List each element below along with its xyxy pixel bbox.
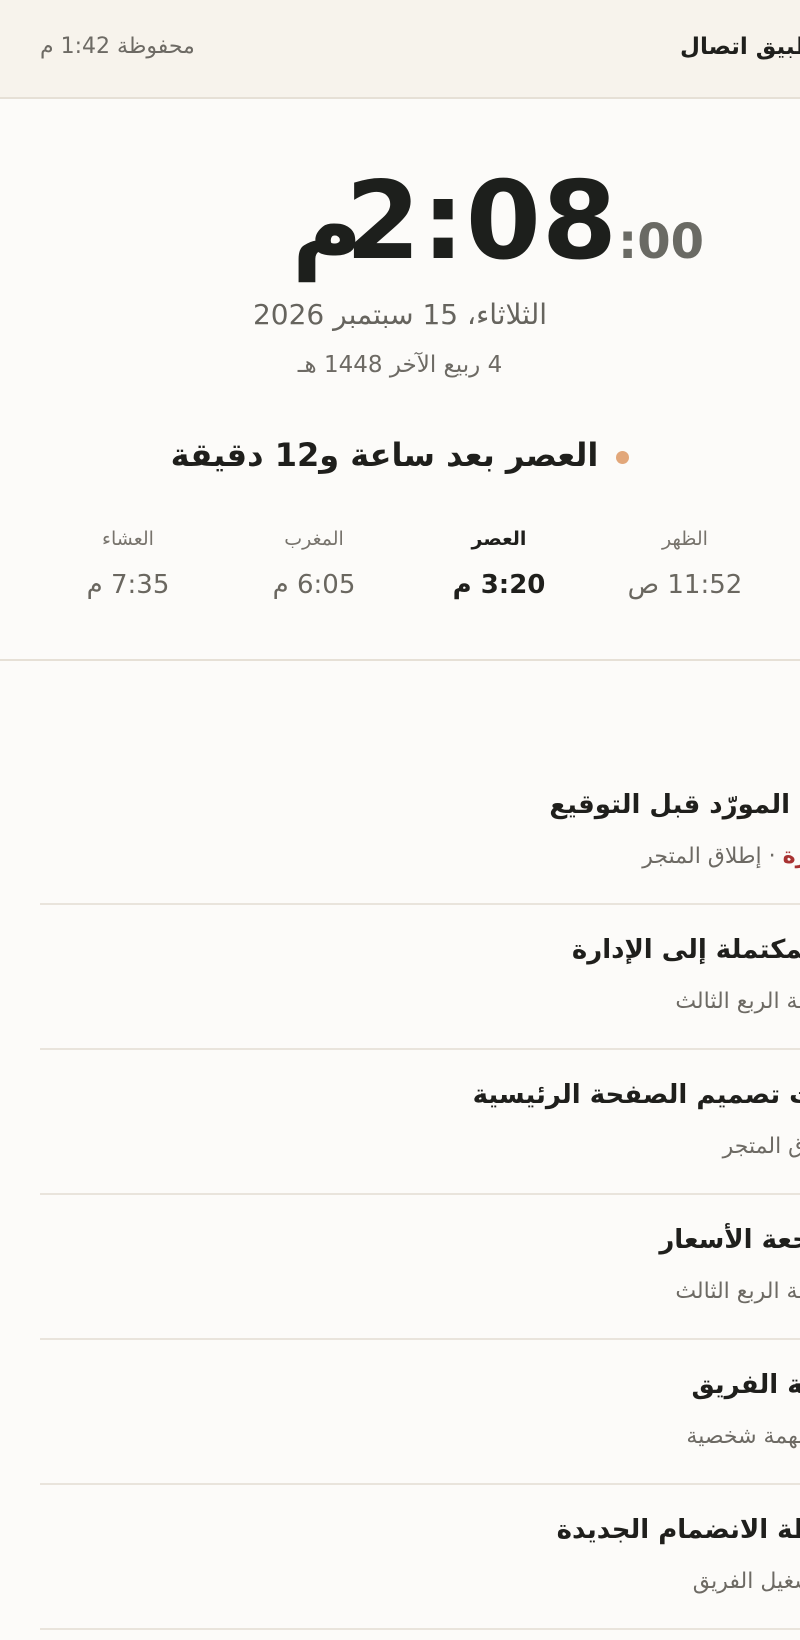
- prayer-time: 7:35 م: [86, 570, 170, 600]
- task-subtitle: تشغيل الفريق: [693, 1569, 800, 1594]
- task-item[interactable]: اجتماع مع رئيسة الفريق مهمة شخصية: [40, 1340, 800, 1485]
- task-project: تشغيل الفريق: [692, 1569, 800, 1594]
- task-item[interactable]: إرسال التقارير المكتملة إلى الإدارة خطة …: [40, 905, 800, 1050]
- task-item[interactable]: إعداد خطة الانضمام الجديدة تشغيل الفريق: [40, 1485, 800, 1630]
- task-title: إعداد خطة الانضمام الجديدة: [556, 1515, 800, 1545]
- app-title-clip: تطبيق اتصال: [680, 0, 800, 99]
- task-overdue-badge: متأخرة: [782, 844, 800, 869]
- next-prayer-dot-icon: [616, 450, 630, 464]
- prayer-time: 11:52 ص: [627, 570, 743, 600]
- task-title: مراجعة الأسعار: [659, 1225, 800, 1255]
- prayer-times: الظهر 11:52 ص العصر 3:20 م المغرب 6:05 م…: [0, 528, 800, 608]
- clock-seconds: :00: [618, 214, 704, 270]
- prayer-asr[interactable]: العصر 3:20 م: [414, 528, 584, 600]
- gregorian-date: الثلاثاء، 15 سبتمبر 2026: [252, 298, 548, 331]
- task-subtitle: إطلاق المتجر: [723, 1134, 800, 1159]
- task-subtitle: خطة الربع الثالث: [675, 1279, 800, 1304]
- prayer-dhuhr[interactable]: الظهر 11:52 ص: [600, 528, 770, 600]
- task-subtitle: مهمة شخصية: [686, 1424, 800, 1449]
- task-project: خطة الربع الثالث: [675, 989, 800, 1014]
- task-project: · إطلاق المتجر: [642, 844, 783, 869]
- task-project: خطة الربع الثالث: [675, 1279, 800, 1304]
- task-item[interactable]: مراجعة عقد المورّد قبل التوقيع متأخرة · …: [40, 760, 800, 905]
- clock-hours-minutes: 2:08: [345, 159, 618, 284]
- saved-status: محفوظة 1:42 م: [40, 34, 195, 59]
- task-subtitle: متأخرة · إطلاق المتجر: [642, 844, 800, 869]
- task-item[interactable]: تحديث تصميم الصفحة الرئيسية إطلاق المتجر: [40, 1050, 800, 1195]
- next-prayer: العصر بعد ساعة و12 دقيقة: [0, 436, 800, 474]
- hijri-date: 4 ربيع الآخر 1448 هـ: [297, 352, 503, 378]
- clock: م 2:08:00: [0, 168, 800, 308]
- prayer-isha[interactable]: العشاء 7:35 م: [43, 528, 213, 600]
- task-title: مراجعة عقد المورّد قبل التوقيع: [549, 790, 800, 820]
- task-title: تحديث تصميم الصفحة الرئيسية: [472, 1080, 800, 1110]
- task-item[interactable]: مراجعة الأسعار خطة الربع الثالث: [40, 1195, 800, 1340]
- task-title: اجتماع مع رئيسة الفريق: [691, 1370, 800, 1400]
- task-project: إطلاق المتجر: [722, 1134, 800, 1159]
- task-subtitle: خطة الربع الثالث: [675, 989, 800, 1014]
- clock-time: 2:08:00: [345, 168, 704, 276]
- prayer-name: الظهر: [662, 528, 708, 550]
- top-bar: محفوظة 1:42 م تطبيق اتصال: [0, 0, 800, 99]
- prayer-maghrib[interactable]: المغرب 6:05 م: [229, 528, 399, 600]
- prayer-name: المغرب: [284, 528, 344, 550]
- task-project: مهمة شخصية: [686, 1424, 800, 1449]
- task-list: مراجعة عقد المورّد قبل التوقيع متأخرة · …: [40, 760, 800, 1630]
- prayer-time: 6:05 م: [272, 570, 356, 600]
- section-divider: [0, 659, 800, 661]
- next-prayer-text: العصر بعد ساعة و12 دقيقة: [170, 436, 599, 474]
- prayer-time: 3:20 م: [452, 570, 546, 600]
- app-title: تطبيق اتصال: [680, 34, 800, 60]
- prayer-name: العصر: [471, 528, 527, 550]
- task-title: إرسال التقارير المكتملة إلى الإدارة: [571, 935, 800, 965]
- prayer-name: العشاء: [102, 528, 154, 550]
